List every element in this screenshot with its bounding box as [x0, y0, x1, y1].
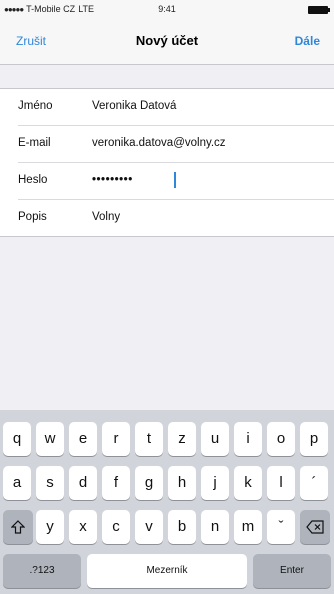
email-row[interactable]: E-mail veronika.datova@volny.cz	[18, 126, 334, 163]
password-field[interactable]: •••••••••	[92, 174, 133, 186]
key-s[interactable]: s	[36, 466, 64, 500]
email-label: E-mail	[18, 137, 51, 149]
key-y[interactable]: y	[36, 510, 64, 544]
backspace-icon	[306, 520, 324, 534]
key-caron[interactable]: ˇ	[267, 510, 295, 544]
text-caret	[174, 172, 176, 188]
email-field[interactable]: veronika.datova@volny.cz	[92, 137, 226, 149]
key-o[interactable]: o	[267, 422, 295, 456]
description-field[interactable]: Volny	[92, 211, 120, 223]
key-k[interactable]: k	[234, 466, 262, 500]
key-w[interactable]: w	[36, 422, 64, 456]
password-row[interactable]: Heslo •••••••••	[18, 163, 334, 200]
numbers-key[interactable]: .?123	[3, 554, 81, 588]
shift-icon	[10, 520, 26, 534]
password-label: Heslo	[18, 174, 48, 186]
key-c[interactable]: c	[102, 510, 130, 544]
keyboard: q w e r t z u i o p a s d f g h j k l ´ …	[0, 410, 334, 594]
key-l[interactable]: l	[267, 466, 295, 500]
key-v[interactable]: v	[135, 510, 163, 544]
account-form: Jméno Veronika Datová E-mail veronika.da…	[0, 88, 334, 237]
key-u[interactable]: u	[201, 422, 229, 456]
name-row[interactable]: Jméno Veronika Datová	[18, 89, 334, 126]
battery-icon	[308, 6, 330, 14]
key-j[interactable]: j	[201, 466, 229, 500]
enter-key[interactable]: Enter	[253, 554, 331, 588]
key-h[interactable]: h	[168, 466, 196, 500]
name-field[interactable]: Veronika Datová	[92, 100, 176, 112]
key-acute[interactable]: ´	[300, 466, 328, 500]
key-b[interactable]: b	[168, 510, 196, 544]
status-bar: ●●●●● T-Mobile CZ LTE 9:41	[0, 0, 334, 20]
key-n[interactable]: n	[201, 510, 229, 544]
key-g[interactable]: g	[135, 466, 163, 500]
name-label: Jméno	[18, 100, 53, 112]
description-row[interactable]: Popis Volny	[18, 200, 334, 236]
space-key[interactable]: Mezerník	[87, 554, 247, 588]
key-p[interactable]: p	[300, 422, 328, 456]
next-button[interactable]: Dále	[295, 34, 320, 48]
page-title: Nový účet	[135, 33, 199, 48]
key-i[interactable]: i	[234, 422, 262, 456]
key-f[interactable]: f	[102, 466, 130, 500]
backspace-key[interactable]	[300, 510, 330, 544]
key-z[interactable]: z	[168, 422, 196, 456]
description-label: Popis	[18, 211, 47, 223]
key-e[interactable]: e	[69, 422, 97, 456]
status-time: 9:41	[158, 4, 176, 14]
key-a[interactable]: a	[3, 466, 31, 500]
shift-key[interactable]	[3, 510, 33, 544]
key-d[interactable]: d	[69, 466, 97, 500]
key-x[interactable]: x	[69, 510, 97, 544]
key-r[interactable]: r	[102, 422, 130, 456]
nav-bar: Zrušit Nový účet Dále	[0, 20, 334, 65]
key-m[interactable]: m	[234, 510, 262, 544]
key-q[interactable]: q	[3, 422, 31, 456]
key-t[interactable]: t	[135, 422, 163, 456]
